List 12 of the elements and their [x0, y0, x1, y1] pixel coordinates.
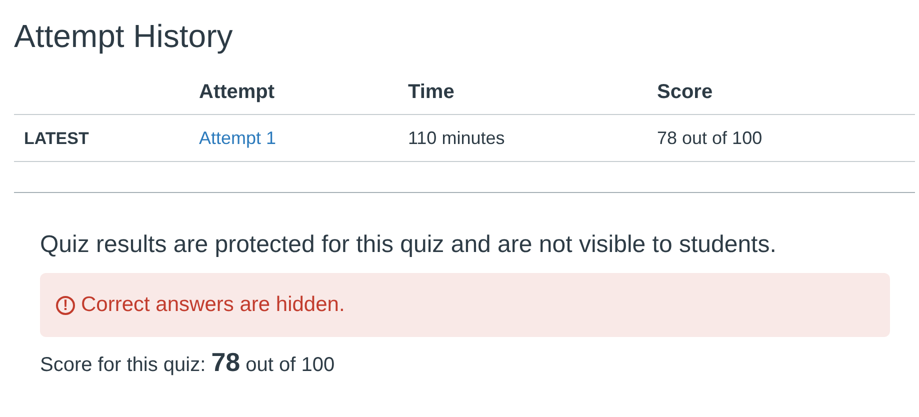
column-header: Time [408, 81, 454, 103]
score-cell: 78 out of 100 [657, 128, 762, 148]
alert-text: Correct answers are hidden. [81, 293, 345, 317]
page-title: Attempt History [14, 18, 234, 55]
column-header: Score [657, 81, 713, 103]
attempt-link[interactable]: Attempt 1 [199, 128, 276, 148]
warning-icon: ! [56, 296, 75, 314]
notice-text: Quiz results are protected for this quiz and are not visible to students. [40, 231, 778, 259]
quiz-score-text: Score for this quiz: 78 out of 100 [40, 347, 336, 378]
column-header: Attempt [199, 81, 275, 103]
time-cell: 110 minutes [408, 128, 505, 148]
attempt-label: LATEST [23, 129, 89, 148]
